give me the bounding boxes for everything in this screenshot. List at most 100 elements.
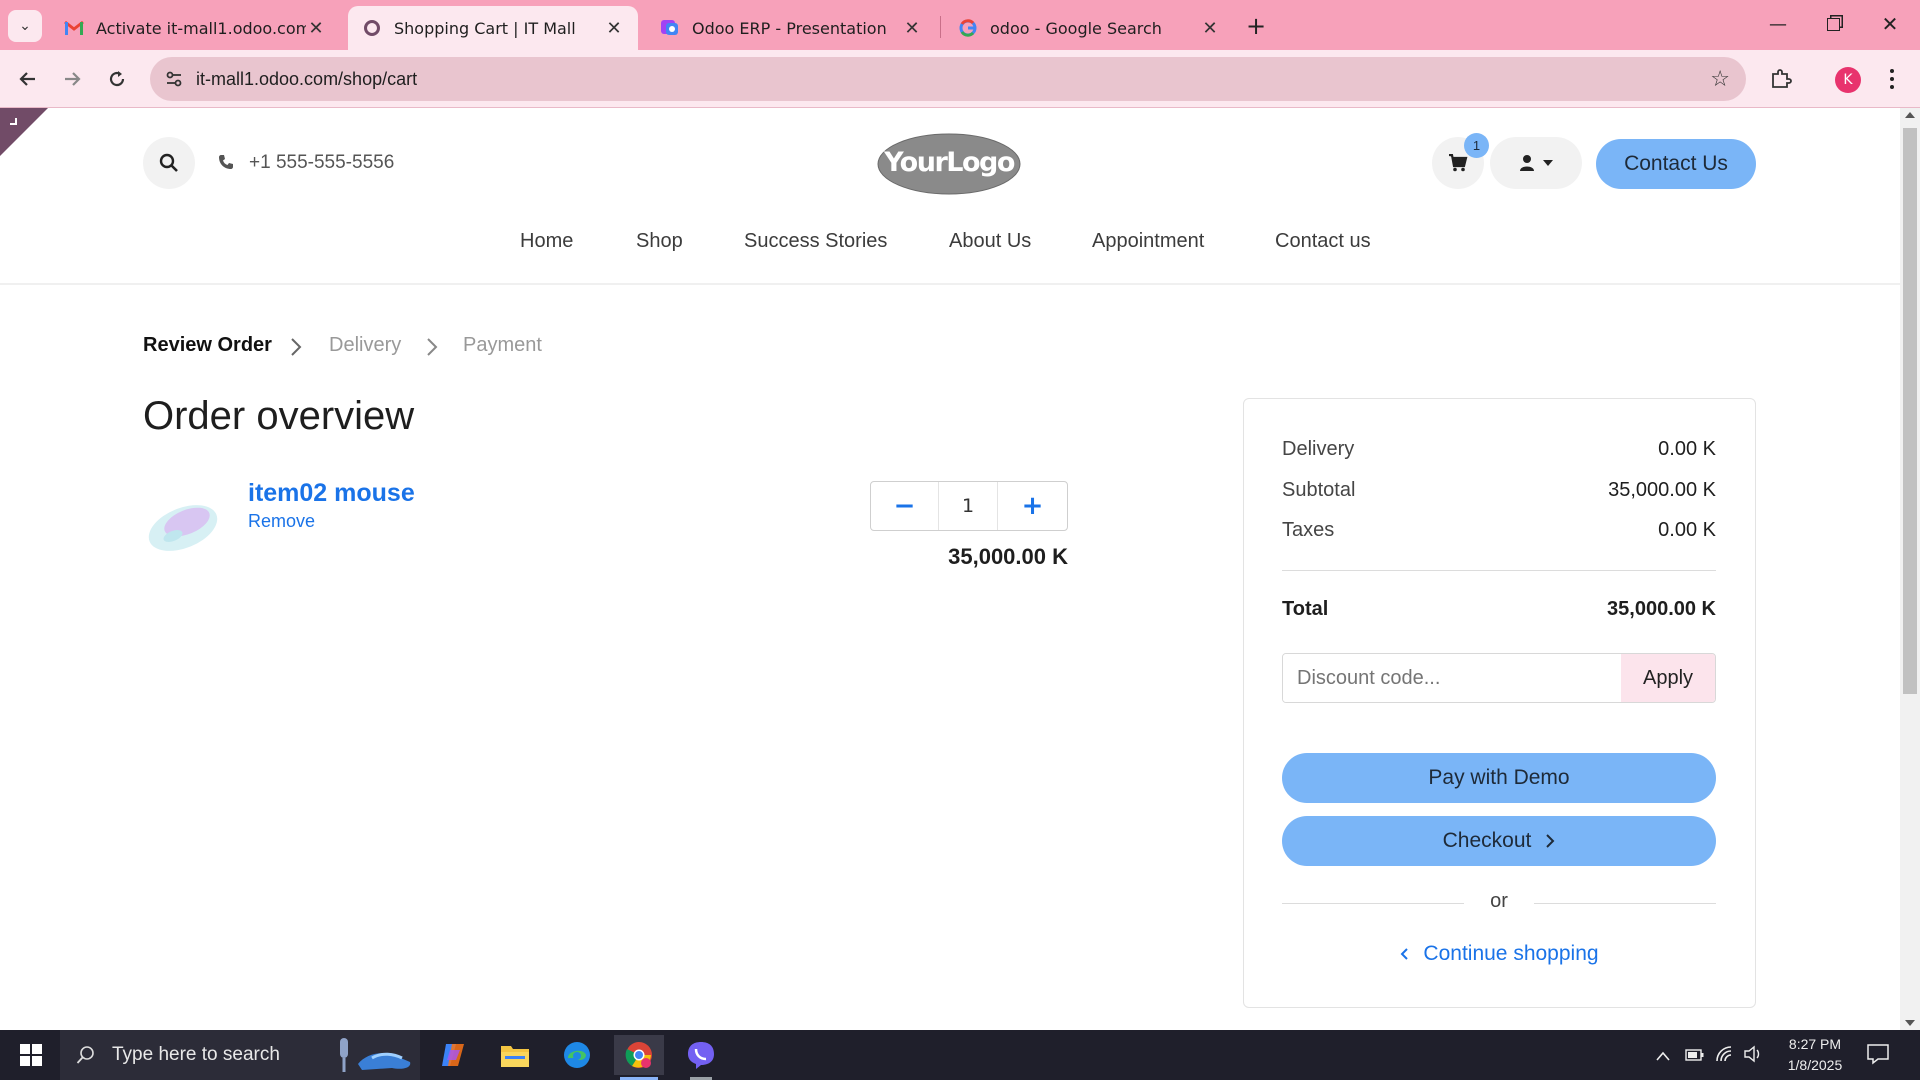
product-image[interactable]: [143, 486, 223, 566]
windows-taskbar: Type here to search 8:27 PM 1/8/2025: [0, 1030, 1920, 1080]
plus-icon: +: [1021, 491, 1044, 521]
increase-quantity-button[interactable]: +: [997, 482, 1067, 530]
close-window-button[interactable]: ✕: [1872, 8, 1908, 40]
contact-us-button[interactable]: Contact Us: [1596, 139, 1756, 189]
apply-button[interactable]: Apply: [1621, 654, 1715, 702]
scrollbar-thumb[interactable]: [1903, 128, 1917, 694]
subtotal-row: Subtotal 35,000.00 K: [1282, 479, 1716, 502]
site-info-icon[interactable]: [164, 69, 184, 89]
url-text[interactable]: it-mall1.odoo.com/shop/cart: [196, 69, 417, 90]
delivery-label: Delivery: [1282, 438, 1355, 460]
browser-tab-bar: ⌄ Activate it-mall1.odoo.com - ky ✕ Shop…: [0, 0, 1920, 50]
address-bar[interactable]: it-mall1.odoo.com/shop/cart ☆: [150, 57, 1746, 101]
copilot-taskbar-icon[interactable]: [428, 1035, 478, 1075]
puzzle-icon: [1772, 69, 1792, 88]
continue-shopping-link[interactable]: Continue shopping: [1282, 942, 1716, 966]
back-button[interactable]: [12, 63, 44, 95]
contact-us-label: Contact Us: [1624, 152, 1728, 175]
tab-shopping-cart[interactable]: Shopping Cart | IT Mall ✕: [348, 6, 638, 50]
cart-count-badge: 1: [1464, 133, 1489, 158]
reload-icon: [109, 71, 125, 87]
chrome-taskbar-icon[interactable]: [614, 1035, 664, 1080]
page-title: Order overview: [143, 394, 415, 438]
restore-icon: [1826, 17, 1840, 31]
checkout-button[interactable]: Checkout: [1282, 816, 1716, 866]
close-icon[interactable]: ✕: [902, 18, 922, 39]
tray-overflow-icon[interactable]: [1655, 1047, 1671, 1066]
menu-contact-us[interactable]: Contact us: [1275, 230, 1371, 253]
extensions-button[interactable]: [1765, 63, 1797, 95]
start-button[interactable]: [6, 1035, 56, 1075]
tab-odoo-presentation[interactable]: Odoo ERP - Presentation ✕: [646, 6, 936, 50]
search-highlight-image: [332, 1036, 414, 1074]
header-divider: [0, 283, 1900, 285]
quantity-input[interactable]: 1: [939, 482, 997, 530]
close-icon[interactable]: ✕: [306, 18, 326, 39]
edge-taskbar-icon[interactable]: [552, 1035, 602, 1075]
menu-about-us[interactable]: About Us: [949, 230, 1031, 253]
subtotal-value: 35,000.00 K: [1608, 479, 1716, 501]
discount-code-input[interactable]: [1283, 654, 1621, 702]
wifi-icon[interactable]: [1715, 1045, 1735, 1067]
chevron-down-icon: ⌄: [19, 18, 31, 34]
forward-button[interactable]: [56, 63, 88, 95]
total-label: Total: [1282, 598, 1329, 620]
profile-avatar[interactable]: K: [1835, 67, 1861, 93]
phone-number[interactable]: +1 555-555-5556: [249, 152, 394, 174]
odoo-edit-corner[interactable]: [0, 108, 48, 156]
shopping-cart-icon: [1449, 154, 1468, 172]
tab-title: Shopping Cart | IT Mall: [394, 18, 576, 38]
odoo-icon: [362, 18, 382, 38]
close-icon[interactable]: ✕: [604, 18, 624, 39]
kebab-dot: [1890, 69, 1894, 73]
tab-title: Activate it-mall1.odoo.com - ky: [96, 18, 306, 38]
remove-link[interactable]: Remove: [248, 511, 315, 532]
restore-button[interactable]: [1815, 8, 1851, 40]
tab-search-button[interactable]: ⌄: [8, 10, 42, 42]
clock-date: 1/8/2025: [1787, 1057, 1843, 1073]
notification-center-button[interactable]: [1866, 1042, 1890, 1070]
volume-icon[interactable]: [1743, 1045, 1763, 1067]
menu-appointment[interactable]: Appointment: [1092, 230, 1204, 253]
tab-google-search[interactable]: odoo - Google Search ✕: [944, 6, 1234, 50]
minus-icon: −: [893, 491, 916, 521]
clock[interactable]: 8:27 PM 1/8/2025: [1770, 1034, 1860, 1076]
google-icon: [958, 18, 978, 38]
reload-button[interactable]: [101, 63, 133, 95]
viber-taskbar-icon[interactable]: [676, 1035, 726, 1080]
pay-with-demo-button[interactable]: Pay with Demo: [1282, 753, 1716, 803]
menu-shop[interactable]: Shop: [636, 230, 683, 253]
scroll-down-arrow-icon[interactable]: [1905, 1020, 1915, 1026]
apply-label: Apply: [1642, 666, 1694, 689]
battery-icon[interactable]: [1685, 1047, 1705, 1066]
scroll-up-arrow-icon[interactable]: [1905, 112, 1915, 118]
product-name-link[interactable]: item02 mouse: [248, 479, 415, 508]
close-icon[interactable]: ✕: [1200, 18, 1220, 39]
browser-menu-button[interactable]: [1880, 64, 1904, 94]
menu-home[interactable]: Home: [520, 230, 573, 253]
user-menu-button[interactable]: [1490, 137, 1582, 189]
new-tab-button[interactable]: +: [1240, 10, 1272, 42]
chevron-left-icon: [1401, 948, 1409, 960]
search-button[interactable]: [143, 137, 195, 189]
decrease-quantity-button[interactable]: −: [871, 482, 939, 530]
or-divider-right: [1534, 903, 1716, 904]
file-explorer-taskbar-icon[interactable]: [490, 1035, 540, 1075]
logo-text: YourLogo: [884, 147, 1015, 178]
chevron-right-icon: [426, 337, 438, 361]
taskbar-search-box[interactable]: Type here to search: [60, 1030, 420, 1080]
minimize-button[interactable]: —: [1760, 8, 1796, 40]
subtotal-label: Subtotal: [1282, 479, 1356, 501]
browser-toolbar: it-mall1.odoo.com/shop/cart ☆ K: [0, 50, 1920, 108]
kebab-dot: [1890, 85, 1894, 89]
tab-gmail[interactable]: Activate it-mall1.odoo.com - ky ✕: [50, 6, 340, 50]
quantity-value: 1: [961, 495, 975, 517]
site-logo[interactable]: YourLogo: [876, 132, 1022, 196]
total-value: 35,000.00 K: [1607, 598, 1716, 620]
bookmark-star-icon[interactable]: ☆: [1710, 67, 1730, 92]
menu-success-stories[interactable]: Success Stories: [744, 230, 887, 253]
back-arrow-icon: [19, 72, 35, 86]
step-review-order: Review Order: [143, 334, 272, 356]
discount-form: Apply: [1282, 653, 1716, 703]
delivery-value: 0.00 K: [1658, 438, 1716, 460]
